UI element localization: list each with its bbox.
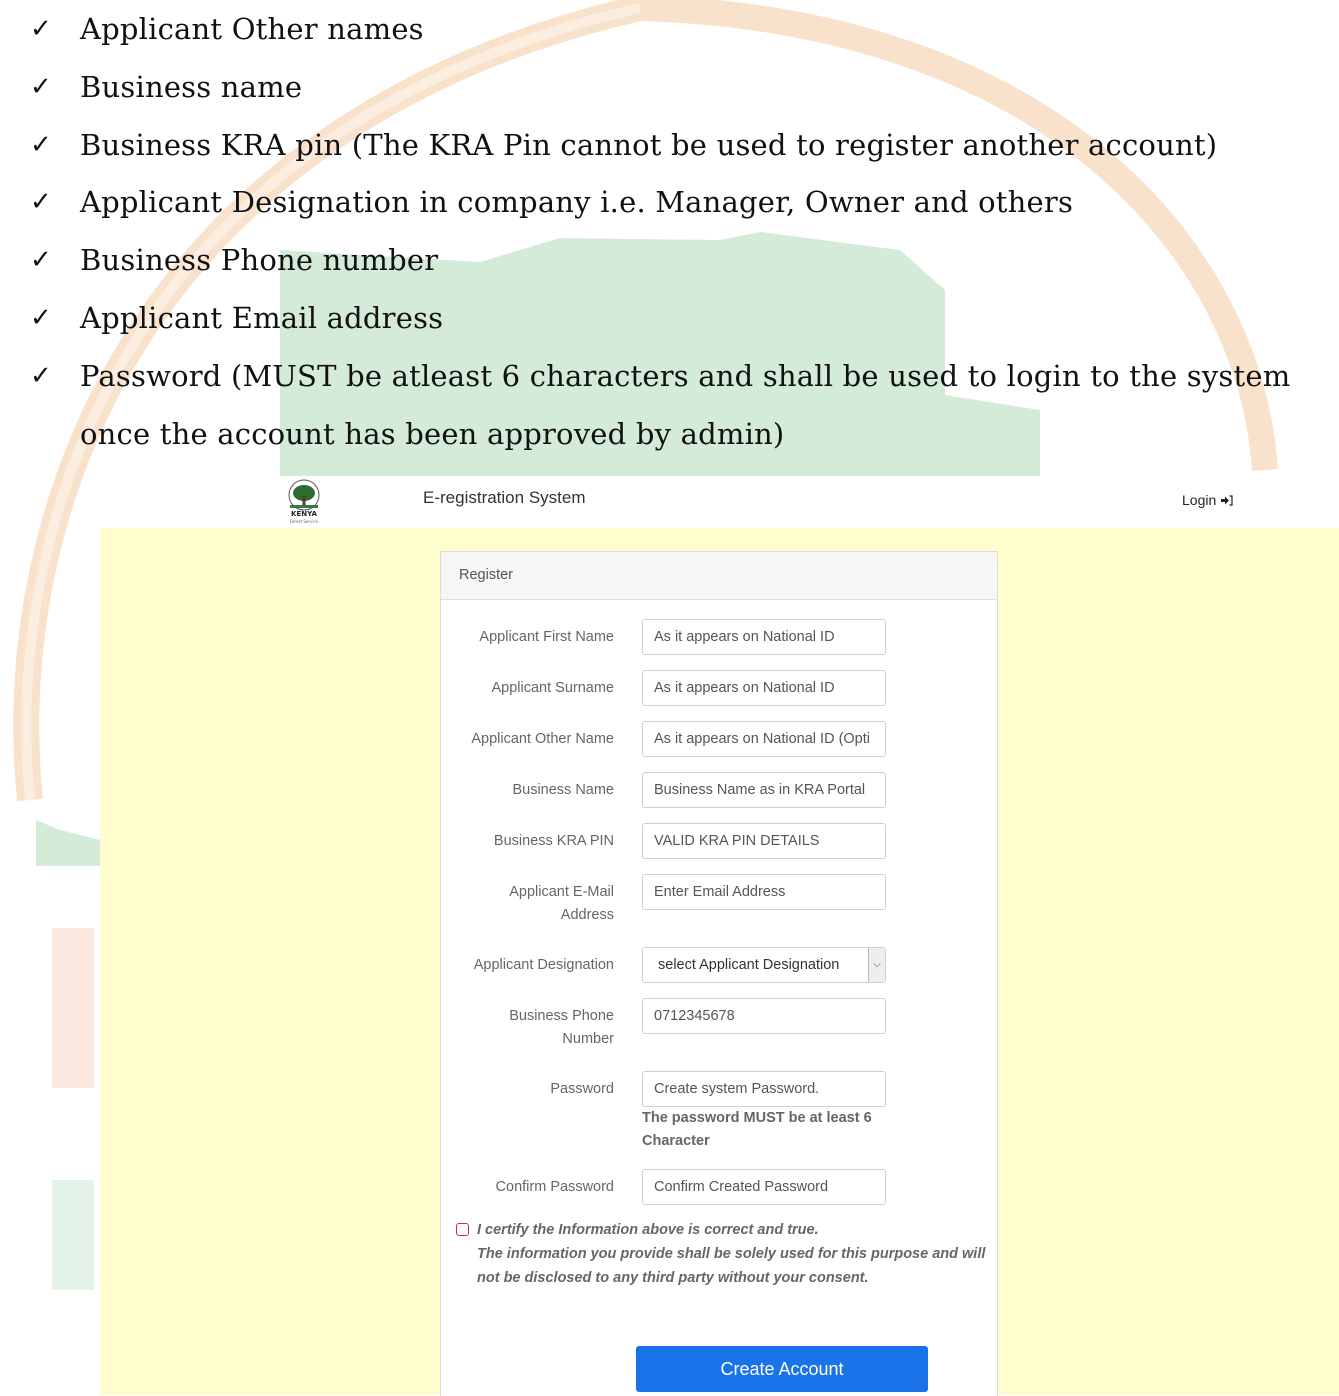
certify-line1: I certify the Information above is corre… — [477, 1222, 819, 1238]
check-icon: ✓ — [30, 303, 52, 333]
login-link[interactable]: Login — [1182, 492, 1233, 508]
designation-select[interactable]: select Applicant Designation ⌵ — [642, 947, 886, 983]
email-label-line1: Applicant E-Mail — [509, 884, 614, 900]
confirm-password-input[interactable]: Confirm Created Password — [642, 1169, 886, 1205]
checklist-item: ✓ Applicant Designation in company i.e. … — [0, 173, 1300, 231]
email-input[interactable]: Enter Email Address — [642, 874, 886, 910]
kra-pin-input[interactable]: VALID KRA PIN DETAILS — [642, 823, 886, 859]
checklist-item-text: Applicant Email address — [80, 301, 444, 335]
phone-input[interactable]: 0712345678 — [642, 998, 886, 1034]
phone-label-line2: Number — [562, 1031, 614, 1047]
certify-line2: The information you provide shall be sol… — [477, 1246, 986, 1262]
create-account-button[interactable]: Create Account — [636, 1346, 928, 1392]
business-name-input[interactable]: Business Name as in KRA Portal — [642, 772, 886, 808]
sign-in-icon — [1221, 495, 1233, 506]
certify-checkbox[interactable] — [456, 1223, 469, 1236]
checklist-item-text: Business Phone number — [80, 243, 439, 277]
app-header: KENYA Forest Service E-registration Syst… — [272, 476, 1339, 528]
checklist-item: ✓ Business name — [0, 58, 1300, 116]
password-hint-line1: The password MUST be at least 6 — [642, 1110, 872, 1126]
checklist-item: ✓ Business Phone number — [0, 231, 1300, 289]
logo-text: KENYA — [291, 510, 317, 518]
password-input[interactable]: Create system Password. — [642, 1071, 886, 1107]
chevron-down-icon: ⌵ — [868, 948, 885, 982]
certify-line3: not be disclosed to any third party with… — [477, 1270, 869, 1286]
email-label-line2: Address — [560, 907, 614, 923]
check-icon: ✓ — [30, 14, 52, 44]
check-icon: ✓ — [30, 245, 52, 275]
kfs-logo: KENYA Forest Service — [288, 479, 320, 524]
first-name-input[interactable]: As it appears on National ID — [642, 619, 886, 655]
check-icon: ✓ — [30, 72, 52, 102]
check-icon: ✓ — [30, 130, 52, 160]
checklist-item-text: Business KRA pin (The KRA Pin cannot be … — [80, 128, 1218, 162]
phone-label-line1: Business Phone — [509, 1008, 614, 1024]
business-name-label: Business Name — [512, 782, 614, 798]
checklist-item: ✓ Business KRA pin (The KRA Pin cannot b… — [0, 116, 1300, 174]
surname-input[interactable]: As it appears on National ID — [642, 670, 886, 706]
password-hint-line2: Character — [642, 1133, 710, 1149]
card-header: Register — [441, 552, 997, 600]
login-label[interactable]: Login — [1182, 492, 1216, 508]
kra-pin-label: Business KRA PIN — [493, 833, 614, 849]
checklist-item-text: Password (MUST be atleast 6 characters a… — [80, 359, 1291, 393]
other-name-label: Applicant Other Name — [471, 731, 614, 747]
other-name-input[interactable]: As it appears on National ID (Opti — [642, 721, 886, 757]
checklist-item-continuation: once the account has been approved by ad… — [80, 417, 785, 451]
first-name-label: Applicant First Name — [479, 629, 614, 645]
logo-subtext: Forest Service — [290, 519, 319, 524]
checklist-item: ✓ Password (MUST be atleast 6 characters… — [0, 347, 1300, 405]
check-icon: ✓ — [30, 361, 52, 391]
password-label: Password — [550, 1081, 614, 1097]
register-card: Register Applicant First Name As it appe… — [440, 551, 998, 1396]
surname-label: Applicant Surname — [491, 680, 614, 696]
checklist-item-text: Business name — [80, 70, 303, 104]
app-title: E-registration System — [423, 488, 586, 507]
checklist-item: ✓ Applicant Email address — [0, 289, 1300, 347]
checklist-item-text: Applicant Designation in company i.e. Ma… — [80, 185, 1074, 219]
card-title: Register — [459, 567, 513, 583]
checklist-item: ✓ Applicant Other names — [0, 0, 1300, 58]
designation-selected-value: select Applicant Designation — [658, 957, 840, 973]
confirm-password-label: Confirm Password — [495, 1179, 614, 1195]
check-icon: ✓ — [30, 187, 52, 217]
designation-label: Applicant Designation — [473, 957, 614, 973]
checklist-item-text: Applicant Other names — [80, 12, 424, 46]
